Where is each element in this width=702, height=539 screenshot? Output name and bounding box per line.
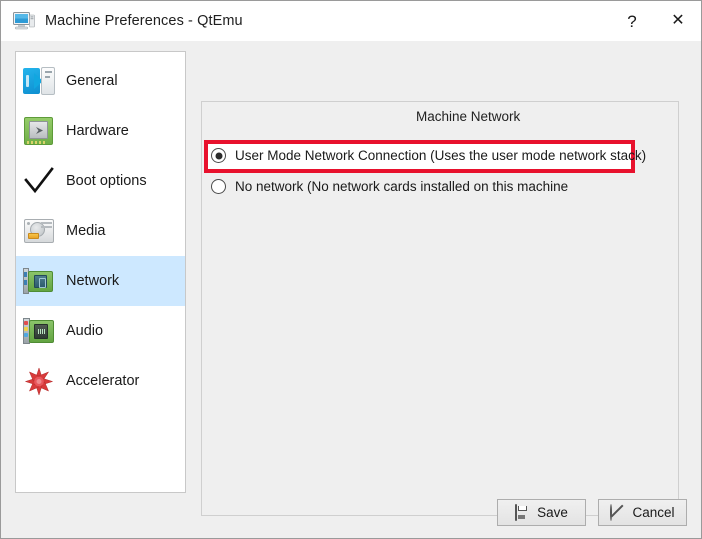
hardware-icon [22,114,56,148]
computer-monitor-icon [13,12,35,30]
help-button[interactable]: ? [609,1,655,41]
sidebar-item-boot-options[interactable]: Boot options [16,156,185,206]
cancel-button-label: Cancel [632,505,674,520]
harddisk-icon [22,214,56,248]
title-bar: Machine Preferences - QtEmu ? ✕ [1,1,701,41]
close-button[interactable]: ✕ [655,1,701,41]
sidebar-item-media[interactable]: Media [16,206,185,256]
sidebar-item-label: Audio [66,323,103,339]
machine-preferences-dialog: Machine Preferences - QtEmu ? ✕ General … [0,0,702,539]
dialog-body: General Hardware Boot options [1,41,701,538]
save-button[interactable]: Save [497,499,586,526]
sidebar-item-accelerator[interactable]: Accelerator [16,356,185,406]
sidebar-item-label: Media [66,223,106,239]
groupbox-title: Machine Network [411,109,525,124]
radio-button-icon[interactable] [211,148,226,163]
radio-label: No network (No network cards installed o… [235,179,568,194]
sidebar-item-label: Network [66,273,119,289]
radio-no-network[interactable]: No network (No network cards installed o… [211,179,568,194]
no-entry-icon [610,505,625,520]
red-star-icon [22,364,56,398]
sidebar-item-network[interactable]: Network [16,256,185,306]
close-icon: ✕ [671,13,684,29]
question-mark-icon: ? [627,13,636,30]
cancel-button[interactable]: Cancel [598,499,687,526]
radio-label: User Mode Network Connection (Uses the u… [235,148,646,163]
checkmark-icon [22,164,56,198]
sidebar-item-label: Accelerator [66,373,139,389]
sidebar-item-label: Hardware [66,123,129,139]
sidebar-item-label: Boot options [66,173,147,189]
sidebar-item-audio[interactable]: Audio [16,306,185,356]
radio-button-icon[interactable] [211,179,226,194]
sound-card-icon [22,314,56,348]
floppy-disk-icon [515,505,530,520]
preferences-category-list[interactable]: General Hardware Boot options [15,51,186,493]
save-button-label: Save [537,505,568,520]
dialog-button-bar: Save Cancel [1,499,687,526]
sidebar-item-general[interactable]: General [16,56,185,106]
sidebar-item-hardware[interactable]: Hardware [16,106,185,156]
general-icon [22,64,56,98]
network-card-icon [22,264,56,298]
sidebar-item-label: General [66,73,118,89]
window-title: Machine Preferences - QtEmu [45,13,243,29]
radio-user-mode-network[interactable]: User Mode Network Connection (Uses the u… [211,148,646,163]
network-settings-panel: Machine Network User Mode Network Connec… [201,51,687,493]
